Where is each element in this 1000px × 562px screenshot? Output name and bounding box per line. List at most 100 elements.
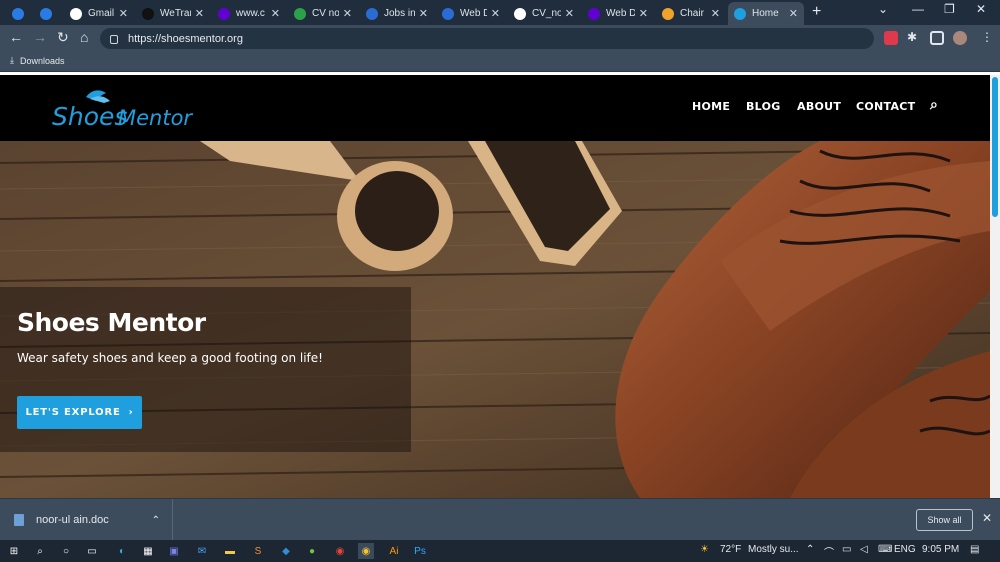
close-tab-icon[interactable]: ✕: [343, 7, 352, 20]
browser-tab[interactable]: CV no ✕: [288, 2, 358, 25]
clock[interactable]: 9:05 PM: [922, 544, 959, 555]
browser-tab[interactable]: Chair F ✕: [656, 2, 726, 25]
close-tab-icon[interactable]: ✕: [419, 7, 428, 20]
close-tab-icon[interactable]: ✕: [491, 7, 500, 20]
keyboard-icon[interactable]: ⌨: [878, 544, 892, 555]
yahoo-icon: [218, 7, 230, 20]
battery-icon[interactable]: ▭: [842, 544, 851, 555]
nav-blog[interactable]: BLOG: [746, 100, 781, 113]
minimize-button[interactable]: —: [912, 2, 924, 16]
close-tab-icon[interactable]: ✕: [271, 7, 280, 20]
browser-tab[interactable]: Home ✕: [728, 2, 804, 25]
bookmarks-bar: ⤓ Downloads: [0, 52, 1000, 72]
rozee-icon: [366, 7, 378, 20]
browser-tab[interactable]: Web D ✕: [582, 2, 654, 25]
close-tab-icon[interactable]: ✕: [789, 7, 798, 20]
site-logo[interactable]: Shoes Mentor: [52, 87, 197, 136]
vscode-icon[interactable]: ◆: [278, 543, 294, 559]
weather-temp[interactable]: 72°F: [720, 544, 741, 555]
weather-desc[interactable]: Mostly su...: [748, 544, 799, 555]
word-document-icon: [14, 514, 24, 526]
back-icon[interactable]: ←: [9, 29, 23, 45]
close-tab-icon[interactable]: ✕: [195, 7, 204, 20]
pocket-extension-icon[interactable]: [884, 31, 898, 45]
file-explorer-icon[interactable]: ▬: [222, 543, 238, 559]
reload-icon[interactable]: ↻: [57, 29, 69, 46]
app-icon: [12, 7, 24, 20]
language-indicator[interactable]: ENG: [894, 544, 916, 555]
browser-tab[interactable]: Web D ✕: [436, 2, 506, 25]
tab-search-icon[interactable]: ⌄: [878, 2, 888, 16]
task-view-icon[interactable]: ▭: [84, 543, 100, 559]
illustrator-icon[interactable]: Ai: [386, 543, 402, 559]
download-shelf: noor-ul ain.doc ⌃ Show all ✕: [0, 498, 1000, 541]
nav-about[interactable]: ABOUT: [797, 100, 841, 113]
new-tab-button[interactable]: +: [812, 3, 821, 21]
browser-tab[interactable]: [34, 2, 62, 25]
edge-icon[interactable]: ◐: [114, 543, 130, 559]
home-icon[interactable]: ⌂: [80, 29, 88, 45]
chair-icon: [662, 7, 674, 20]
lock-icon[interactable]: [110, 35, 118, 44]
close-window-button[interactable]: ✕: [976, 2, 986, 16]
page-scrollbar[interactable]: [990, 75, 1000, 498]
profile-avatar[interactable]: [953, 31, 967, 45]
downloads-label: Downloads: [19, 55, 65, 66]
wetransfer-icon: [142, 7, 154, 20]
teams-icon[interactable]: ▣: [166, 543, 182, 559]
mail-icon[interactable]: ✉: [194, 543, 210, 559]
nav-home[interactable]: HOME: [692, 100, 730, 113]
chrome-active-icon[interactable]: ◉: [358, 543, 374, 559]
show-all-button[interactable]: Show all: [916, 509, 973, 531]
windows-start-icon[interactable]: ⊞: [6, 543, 22, 559]
forward-icon[interactable]: →: [33, 29, 47, 45]
side-panel-icon[interactable]: [930, 31, 944, 45]
store-icon[interactable]: ▦: [140, 543, 156, 559]
utorrent-icon[interactable]: ●: [304, 543, 320, 559]
browser-toolbar: ← → ↻ ⌂ https://shoesmentor.org ✱ ⋮: [0, 25, 1000, 52]
browser-tab[interactable]: Gmail ✕: [64, 2, 134, 25]
browser-tab[interactable]: [6, 2, 32, 25]
browser-tab[interactable]: www.c ✕: [212, 2, 286, 25]
extensions-puzzle-icon[interactable]: ✱: [907, 30, 917, 44]
volume-icon[interactable]: ◁: [860, 544, 868, 555]
yahoo-icon: [588, 7, 600, 20]
chrome-icon[interactable]: ◉: [332, 543, 348, 559]
tab-title: Gmail: [88, 8, 115, 19]
network-icon[interactable]: ⌒: [824, 544, 834, 559]
tray-chevron-icon[interactable]: ⌃: [806, 544, 814, 555]
nav-contact[interactable]: CONTACT: [856, 100, 915, 113]
chevron-right-icon: ›: [128, 407, 134, 418]
cortana-icon[interactable]: ○: [58, 543, 74, 559]
lets-explore-button[interactable]: LET'S EXPLORE ›: [17, 396, 142, 429]
tab-strip: + ⌄ — ❐ ✕ Gmail ✕ WeTrar ✕ www.c ✕ CV no ✕ Jobs …: [0, 0, 1000, 25]
close-tab-icon[interactable]: ✕: [639, 7, 648, 20]
tab-title: CV no: [312, 8, 339, 19]
tab-title: CV_no: [532, 8, 561, 19]
site-icon: [734, 7, 746, 20]
menu-kebab-icon[interactable]: ⋮: [981, 30, 993, 44]
close-tab-icon[interactable]: ✕: [711, 7, 720, 20]
logo-text-part1: Shoes: [52, 102, 127, 131]
downloads-bookmark[interactable]: ⤓ Downloads: [10, 55, 65, 66]
search-icon[interactable]: ⌕: [930, 97, 938, 113]
notifications-icon[interactable]: ▤: [970, 544, 979, 555]
weather-icon[interactable]: ☀: [700, 544, 709, 555]
download-item[interactable]: noor-ul ain.doc ⌃: [0, 499, 173, 541]
scrollbar-thumb[interactable]: [992, 77, 998, 217]
tab-title: Web D: [460, 8, 487, 19]
chevron-up-icon[interactable]: ⌃: [152, 515, 160, 526]
sublime-icon[interactable]: S: [250, 543, 266, 559]
tab-title: WeTrar: [160, 8, 191, 19]
search-icon[interactable]: ⌕: [32, 543, 48, 559]
address-bar[interactable]: https://shoesmentor.org: [100, 28, 874, 49]
tab-title: Chair F: [680, 8, 707, 19]
browser-tab[interactable]: CV_no ✕: [508, 2, 580, 25]
photoshop-icon[interactable]: Ps: [412, 543, 428, 559]
close-download-bar-icon[interactable]: ✕: [982, 511, 992, 525]
close-tab-icon[interactable]: ✕: [119, 7, 128, 20]
restore-button[interactable]: ❐: [944, 2, 955, 16]
browser-tab[interactable]: WeTrar ✕: [136, 2, 210, 25]
close-tab-icon[interactable]: ✕: [565, 7, 574, 20]
browser-tab[interactable]: Jobs in ✕: [360, 2, 434, 25]
